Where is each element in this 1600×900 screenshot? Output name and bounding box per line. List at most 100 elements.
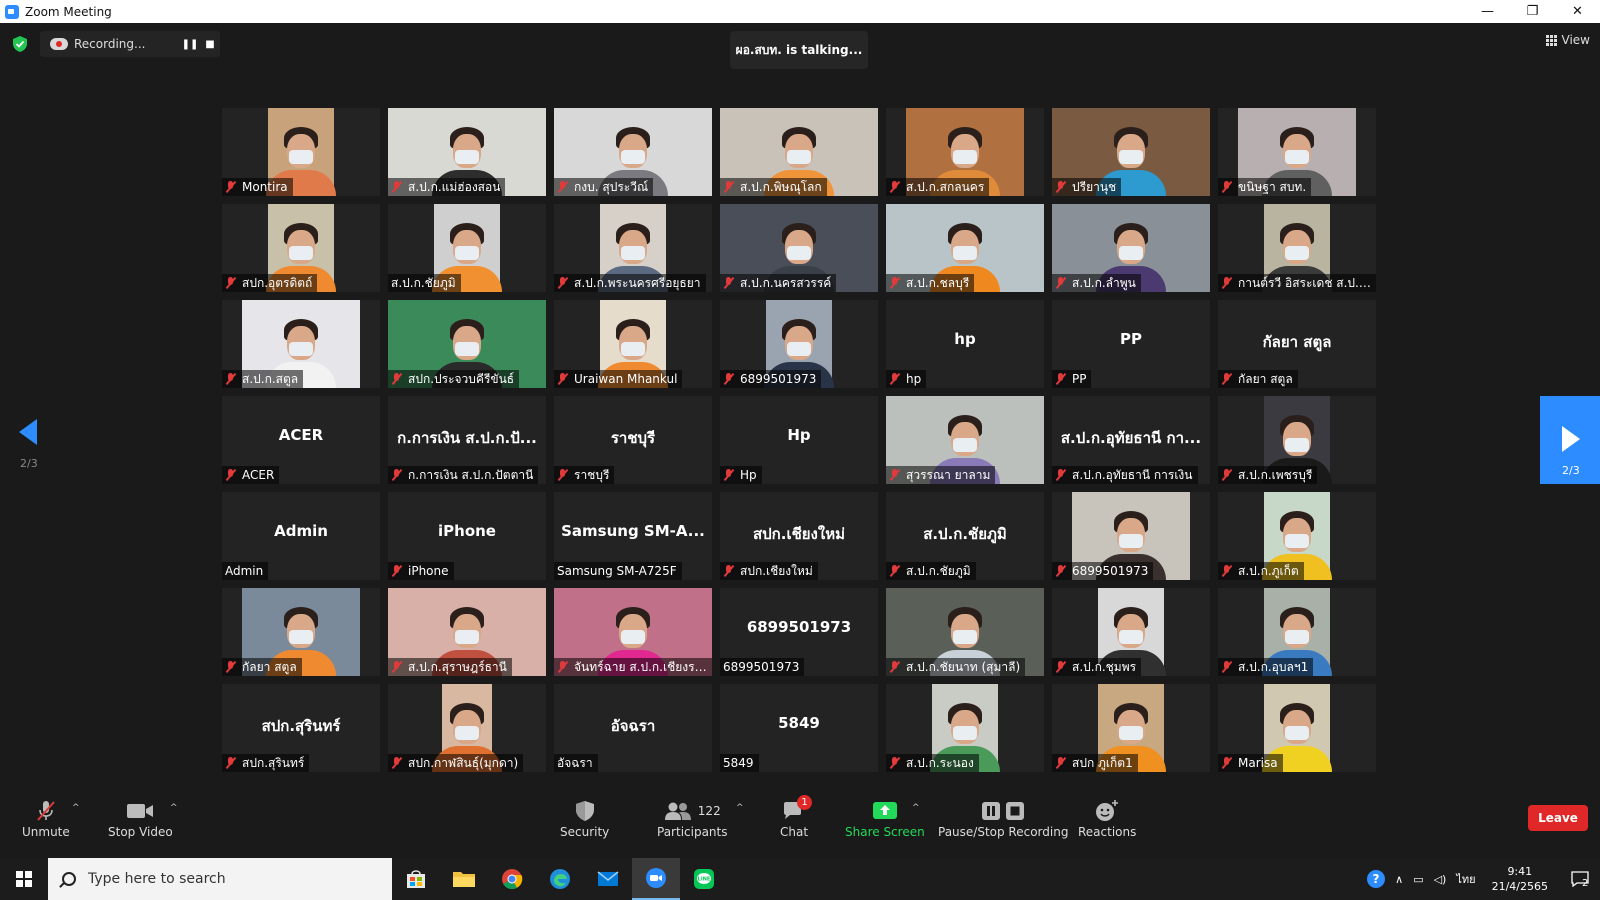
participant-tile[interactable]: ส.ป.ก.ระนอง [886, 684, 1044, 772]
taskbar-store-app[interactable] [392, 858, 440, 900]
stop-recording-icon[interactable]: ■ [200, 34, 220, 54]
participant-name: ส.ป.ก.ลำพูน [1072, 275, 1136, 290]
participant-name: ส.ป.ก.ชัยภูมิ [391, 275, 456, 290]
participant-tile[interactable]: กัลยา สตูล กัลยา สตูล [1218, 300, 1376, 388]
svg-text:LINE: LINE [698, 877, 711, 883]
participant-mask [1119, 630, 1143, 645]
participant-tile[interactable]: 6899501973 [1052, 492, 1210, 580]
participant-mask [1119, 726, 1143, 741]
audio-options-caret[interactable]: ^ [72, 797, 80, 813]
help-icon[interactable]: ? [1365, 868, 1387, 890]
participant-tile[interactable]: ส.ป.ก.ชลบุรี [886, 204, 1044, 292]
participant-tile[interactable]: Uraiwan Mhankul [554, 300, 712, 388]
security-button[interactable]: Security [560, 797, 609, 839]
view-button[interactable]: View [1545, 33, 1590, 47]
taskbar-zoom[interactable] [632, 858, 680, 900]
share-options-caret[interactable]: ^ [912, 797, 920, 813]
muted-mic-icon [557, 469, 569, 481]
share-screen-icon [872, 802, 897, 819]
taskbar-file-explorer[interactable] [440, 858, 488, 900]
participant-tile[interactable]: กานต์รวี อิสระเดช ส.ป.ก.... [1218, 204, 1376, 292]
participant-tile[interactable]: ส.ป.ก.ชัยภูมิ ส.ป.ก.ชัยภูมิ [886, 492, 1044, 580]
participant-tile[interactable]: สปก.ประจวบคีรีขันธ์ [388, 300, 546, 388]
participant-name: สปก ภูเก็ต1 [1072, 755, 1133, 770]
participant-tile[interactable]: ส.ป.ก.ชุมพร [1052, 588, 1210, 676]
taskbar-search-box[interactable]: Type here to search [48, 858, 392, 900]
taskbar-clock[interactable]: 9:41 21/4/2565 [1492, 864, 1548, 894]
reactions-button[interactable]: Reactions [1078, 797, 1136, 839]
participant-tile[interactable]: 6899501973 [720, 300, 878, 388]
participant-tile[interactable]: สปก.อุตรดิตถ์ [222, 204, 380, 292]
notification-center-button[interactable]: 2 [1560, 858, 1600, 900]
participant-tile[interactable]: สุวรรณา ยาลาม [886, 396, 1044, 484]
participant-tile[interactable]: Hp Hp [720, 396, 878, 484]
participants-options-caret[interactable]: ^ [736, 797, 744, 813]
stop-video-button[interactable]: Stop Video [108, 797, 173, 839]
participant-mask [1119, 246, 1143, 261]
participant-tile[interactable]: ส.ป.ก.สตูล [222, 300, 380, 388]
participant-tile[interactable]: iPhone iPhone [388, 492, 546, 580]
participant-tile[interactable]: 5849 5849 [720, 684, 878, 772]
participant-tile[interactable]: Admin Admin [222, 492, 380, 580]
participant-tile[interactable]: Marisa [1218, 684, 1376, 772]
participant-name-label: สปก.กาฬสินธุ์(มุกดา) [388, 754, 524, 772]
participant-display-name: สปก.สุรินทร์ [261, 717, 341, 735]
participant-tile[interactable]: อัจฉรา อัจฉรา [554, 684, 712, 772]
participant-tile[interactable]: ส.ป.ก.สุราษฎร์ธานี [388, 588, 546, 676]
participant-tile[interactable]: 6899501973 6899501973 [720, 588, 878, 676]
taskbar-mail[interactable] [584, 858, 632, 900]
participant-tile[interactable]: ก.การเงิน ส.ป.ก.ปั... ก.การเงิน ส.ป.ก.ปัต… [388, 396, 546, 484]
encryption-shield-icon[interactable] [12, 35, 28, 53]
participant-tile[interactable]: สปก ภูเก็ต1 [1052, 684, 1210, 772]
participant-tile[interactable]: กัลยา สตูล [222, 588, 380, 676]
participant-tile[interactable]: ปรียานุช [1052, 108, 1210, 196]
participant-tile[interactable]: ส.ป.ก.แม่ฮ่องสอน [388, 108, 546, 196]
participant-tile[interactable]: ส.ป.ก.นครสวรรค์ [720, 204, 878, 292]
tray-overflow-chevron-icon[interactable]: ∧ [1395, 873, 1403, 886]
participant-tile[interactable]: ส.ป.ก.ภูเก็ต [1218, 492, 1376, 580]
video-options-caret[interactable]: ^ [170, 797, 178, 813]
participant-tile[interactable]: ราชบุรี ราชบุรี [554, 396, 712, 484]
taskbar-edge[interactable] [536, 858, 584, 900]
restore-button[interactable]: ❐ [1510, 0, 1555, 23]
participant-tile[interactable]: สปก.เชียงใหม่ สปก.เชียงใหม่ [720, 492, 878, 580]
participant-tile[interactable]: Samsung SM-A... Samsung SM-A725F [554, 492, 712, 580]
participant-tile[interactable]: สปก.กาฬสินธุ์(มุกดา) [388, 684, 546, 772]
unmute-button[interactable]: Unmute [22, 797, 70, 839]
participant-tile[interactable]: PP PP [1052, 300, 1210, 388]
taskbar-chrome[interactable] [488, 858, 536, 900]
participant-tile[interactable]: จันทร์ฉาย ส.ป.ก.เชียงราย [554, 588, 712, 676]
participant-tile[interactable]: ส.ป.ก.อุทัยธานี กา... ส.ป.ก.อุทัยธานี การ… [1052, 396, 1210, 484]
participant-tile[interactable]: ACER ACER [222, 396, 380, 484]
participant-tile[interactable]: ส.ป.ก.เพชรบุรี [1218, 396, 1376, 484]
participant-tile[interactable]: ส.ป.ก.ลำพูน [1052, 204, 1210, 292]
participant-tile[interactable]: กงบ. สุประวีณ์ [554, 108, 712, 196]
pause-recording-icon[interactable]: ❚❚ [180, 34, 200, 54]
participant-tile[interactable]: hp hp [886, 300, 1044, 388]
leave-button[interactable]: Leave [1528, 805, 1588, 831]
close-button[interactable]: ✕ [1555, 0, 1600, 23]
participant-tile[interactable]: ส.ป.ก.ชัยภูมิ [388, 204, 546, 292]
participant-tile[interactable]: ส.ป.ก.สกลนคร [886, 108, 1044, 196]
pause-stop-recording-button[interactable]: Pause/Stop Recording [938, 797, 1068, 839]
start-button[interactable] [0, 858, 48, 900]
participant-tile[interactable]: ขนิษฐา สบท. [1218, 108, 1376, 196]
network-icon[interactable]: ▭ [1413, 873, 1423, 886]
participant-tile[interactable]: สปก.สุรินทร์ สปก.สุรินทร์ [222, 684, 380, 772]
minimize-button[interactable]: — [1465, 0, 1510, 23]
previous-page-button[interactable]: 2/3 [0, 393, 58, 479]
participant-tile[interactable]: ส.ป.ก.พิษณุโลก [720, 108, 878, 196]
participant-tile[interactable]: ส.ป.ก.พระนครศรีอยุธยา [554, 204, 712, 292]
muted-mic-icon [1221, 757, 1233, 769]
participants-button[interactable]: 122 Participants [657, 797, 728, 839]
participant-tile[interactable]: Montira [222, 108, 380, 196]
next-page-button[interactable]: 2/3 [1540, 396, 1600, 484]
chat-button[interactable]: 1 Chat [780, 795, 813, 839]
zoom-app-icon [646, 868, 666, 888]
taskbar-line[interactable]: LINE [680, 858, 728, 900]
input-language[interactable]: ไทย [1456, 870, 1475, 888]
volume-icon[interactable]: ◁) [1434, 873, 1447, 886]
participant-tile[interactable]: ส.ป.ก.ชัยนาท (สุมาลี) [886, 588, 1044, 676]
participant-tile[interactable]: ส.ป.ก.อุบลฯ1 [1218, 588, 1376, 676]
participant-mask [1119, 534, 1143, 549]
